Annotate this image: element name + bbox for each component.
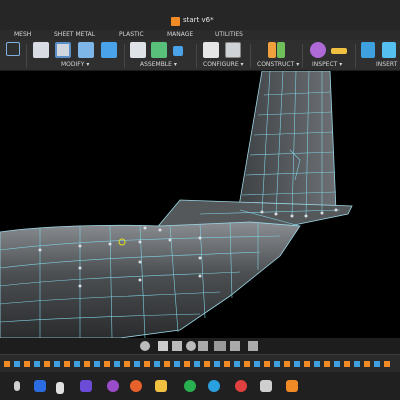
timeline-feature-icon[interactable]: [354, 361, 360, 367]
insert-image-icon[interactable]: [382, 42, 396, 58]
timeline-feature-icon[interactable]: [154, 361, 160, 367]
timeline-feature-icon[interactable]: [254, 361, 260, 367]
table-icon[interactable]: [225, 42, 241, 58]
toolbar-separator: [26, 44, 27, 68]
modify-menu[interactable]: MODIFY ▾: [61, 61, 89, 69]
construct-menu[interactable]: CONSTRUCT ▾: [257, 61, 299, 69]
insert-menu[interactable]: INSERT: [376, 61, 397, 69]
timeline-feature-icon[interactable]: [24, 361, 30, 367]
press-pull-icon[interactable]: [33, 42, 49, 58]
timeline-feature-icon[interactable]: [344, 361, 350, 367]
look-at-icon[interactable]: [158, 341, 168, 351]
fusion-app-icon: [171, 17, 180, 26]
timeline-feature-icon[interactable]: [214, 361, 220, 367]
orbit-icon[interactable]: [140, 341, 150, 351]
display-settings-icon[interactable]: [214, 341, 226, 351]
fusion-taskbar-icon[interactable]: [286, 380, 298, 392]
sketch-grid-icon[interactable]: [6, 42, 20, 56]
timeline-feature-icon[interactable]: [174, 361, 180, 367]
timeline-feature-icon[interactable]: [134, 361, 140, 367]
timeline-feature-icon[interactable]: [54, 361, 60, 367]
timeline-feature-icon[interactable]: [114, 361, 120, 367]
timeline-feature-icon[interactable]: [364, 361, 370, 367]
timeline-feature-icon[interactable]: [184, 361, 190, 367]
fillet-icon[interactable]: [55, 42, 71, 58]
timeline-feature-icon[interactable]: [234, 361, 240, 367]
copilot-icon[interactable]: [80, 380, 92, 392]
timeline-feature-icon[interactable]: [64, 361, 70, 367]
timeline-feature-icon[interactable]: [84, 361, 90, 367]
toolbar-separator: [250, 44, 251, 68]
joint-icon[interactable]: [151, 42, 167, 58]
timeline-feature-icon[interactable]: [304, 361, 310, 367]
combine-icon[interactable]: [101, 42, 117, 58]
configure-icon[interactable]: [203, 42, 219, 58]
timeline-feature-icon[interactable]: [104, 361, 110, 367]
task-view-icon[interactable]: [14, 381, 20, 391]
timeline-feature-icon[interactable]: [374, 361, 380, 367]
tab-mesh[interactable]: MESH: [14, 30, 31, 40]
tab-manage[interactable]: MANAGE: [167, 30, 193, 40]
firefox-icon[interactable]: [130, 380, 142, 392]
measure-icon[interactable]: [310, 42, 326, 58]
toolbar-separator: [124, 44, 125, 68]
timeline: [0, 354, 400, 373]
timeline-feature-icon[interactable]: [294, 361, 300, 367]
fit-icon[interactable]: [198, 341, 208, 351]
pan-icon[interactable]: [172, 341, 182, 351]
timeline-feature-icon[interactable]: [44, 361, 50, 367]
start-icon[interactable]: [34, 380, 46, 392]
timeline-feature-icon[interactable]: [204, 361, 210, 367]
viewports-icon[interactable]: [248, 341, 258, 351]
assemble-menu[interactable]: ASSEMBLE ▾: [140, 61, 177, 69]
search-icon[interactable]: [56, 382, 64, 394]
as-built-joint-icon[interactable]: [173, 46, 183, 56]
timeline-feature-icon[interactable]: [14, 361, 20, 367]
canvas-viewport[interactable]: [0, 71, 400, 338]
chrome-icon[interactable]: [235, 380, 247, 392]
document-title[interactable]: start v6*: [183, 14, 214, 26]
timeline-feature-icon[interactable]: [4, 361, 10, 367]
grid-icon[interactable]: [230, 341, 240, 351]
toolbar-separator: [302, 44, 303, 68]
tab-utilities[interactable]: UTILITIES: [215, 30, 243, 40]
interference-icon[interactable]: [331, 48, 347, 54]
shell-icon[interactable]: [78, 42, 94, 58]
timeline-feature-icon[interactable]: [94, 361, 100, 367]
tab-plastic[interactable]: PLASTIC: [119, 30, 144, 40]
timeline-feature-icon[interactable]: [284, 361, 290, 367]
new-component-icon[interactable]: [130, 42, 146, 58]
file-explorer-icon[interactable]: [155, 380, 167, 392]
timeline-feature-icon[interactable]: [164, 361, 170, 367]
timeline-feature-icon[interactable]: [334, 361, 340, 367]
timeline-feature-icon[interactable]: [314, 361, 320, 367]
timeline-feature-icon[interactable]: [274, 361, 280, 367]
timeline-feature-icon[interactable]: [264, 361, 270, 367]
configure-menu[interactable]: CONFIGURE ▾: [203, 61, 244, 69]
tab-sheet-metal[interactable]: SHEET METAL: [54, 30, 95, 40]
timeline-feature-icon[interactable]: [74, 361, 80, 367]
timeline-feature-icon[interactable]: [224, 361, 230, 367]
timeline-feature-icon[interactable]: [244, 361, 250, 367]
timeline-feature-icon[interactable]: [124, 361, 130, 367]
timeline-feature-icon[interactable]: [194, 361, 200, 367]
timeline-feature-icon[interactable]: [324, 361, 330, 367]
model-wireframe: [0, 71, 353, 338]
toolbar-separator: [355, 44, 356, 68]
timeline-feature-icon[interactable]: [384, 361, 390, 367]
offset-plane-icon[interactable]: [268, 42, 276, 58]
toolbar-separator: [196, 44, 197, 68]
vertical-fin: [237, 71, 337, 219]
clock-icon[interactable]: [260, 380, 272, 392]
timeline-feature-icon[interactable]: [34, 361, 40, 367]
inspect-menu[interactable]: INSPECT ▾: [312, 61, 342, 69]
timeline-feature-icon[interactable]: [144, 361, 150, 367]
whatsapp-icon[interactable]: [184, 380, 196, 392]
plane-icon[interactable]: [277, 42, 285, 58]
app-icon[interactable]: [107, 380, 119, 392]
zoom-icon[interactable]: [186, 341, 196, 351]
insert-derive-icon[interactable]: [361, 42, 375, 58]
edge-icon[interactable]: [208, 380, 220, 392]
